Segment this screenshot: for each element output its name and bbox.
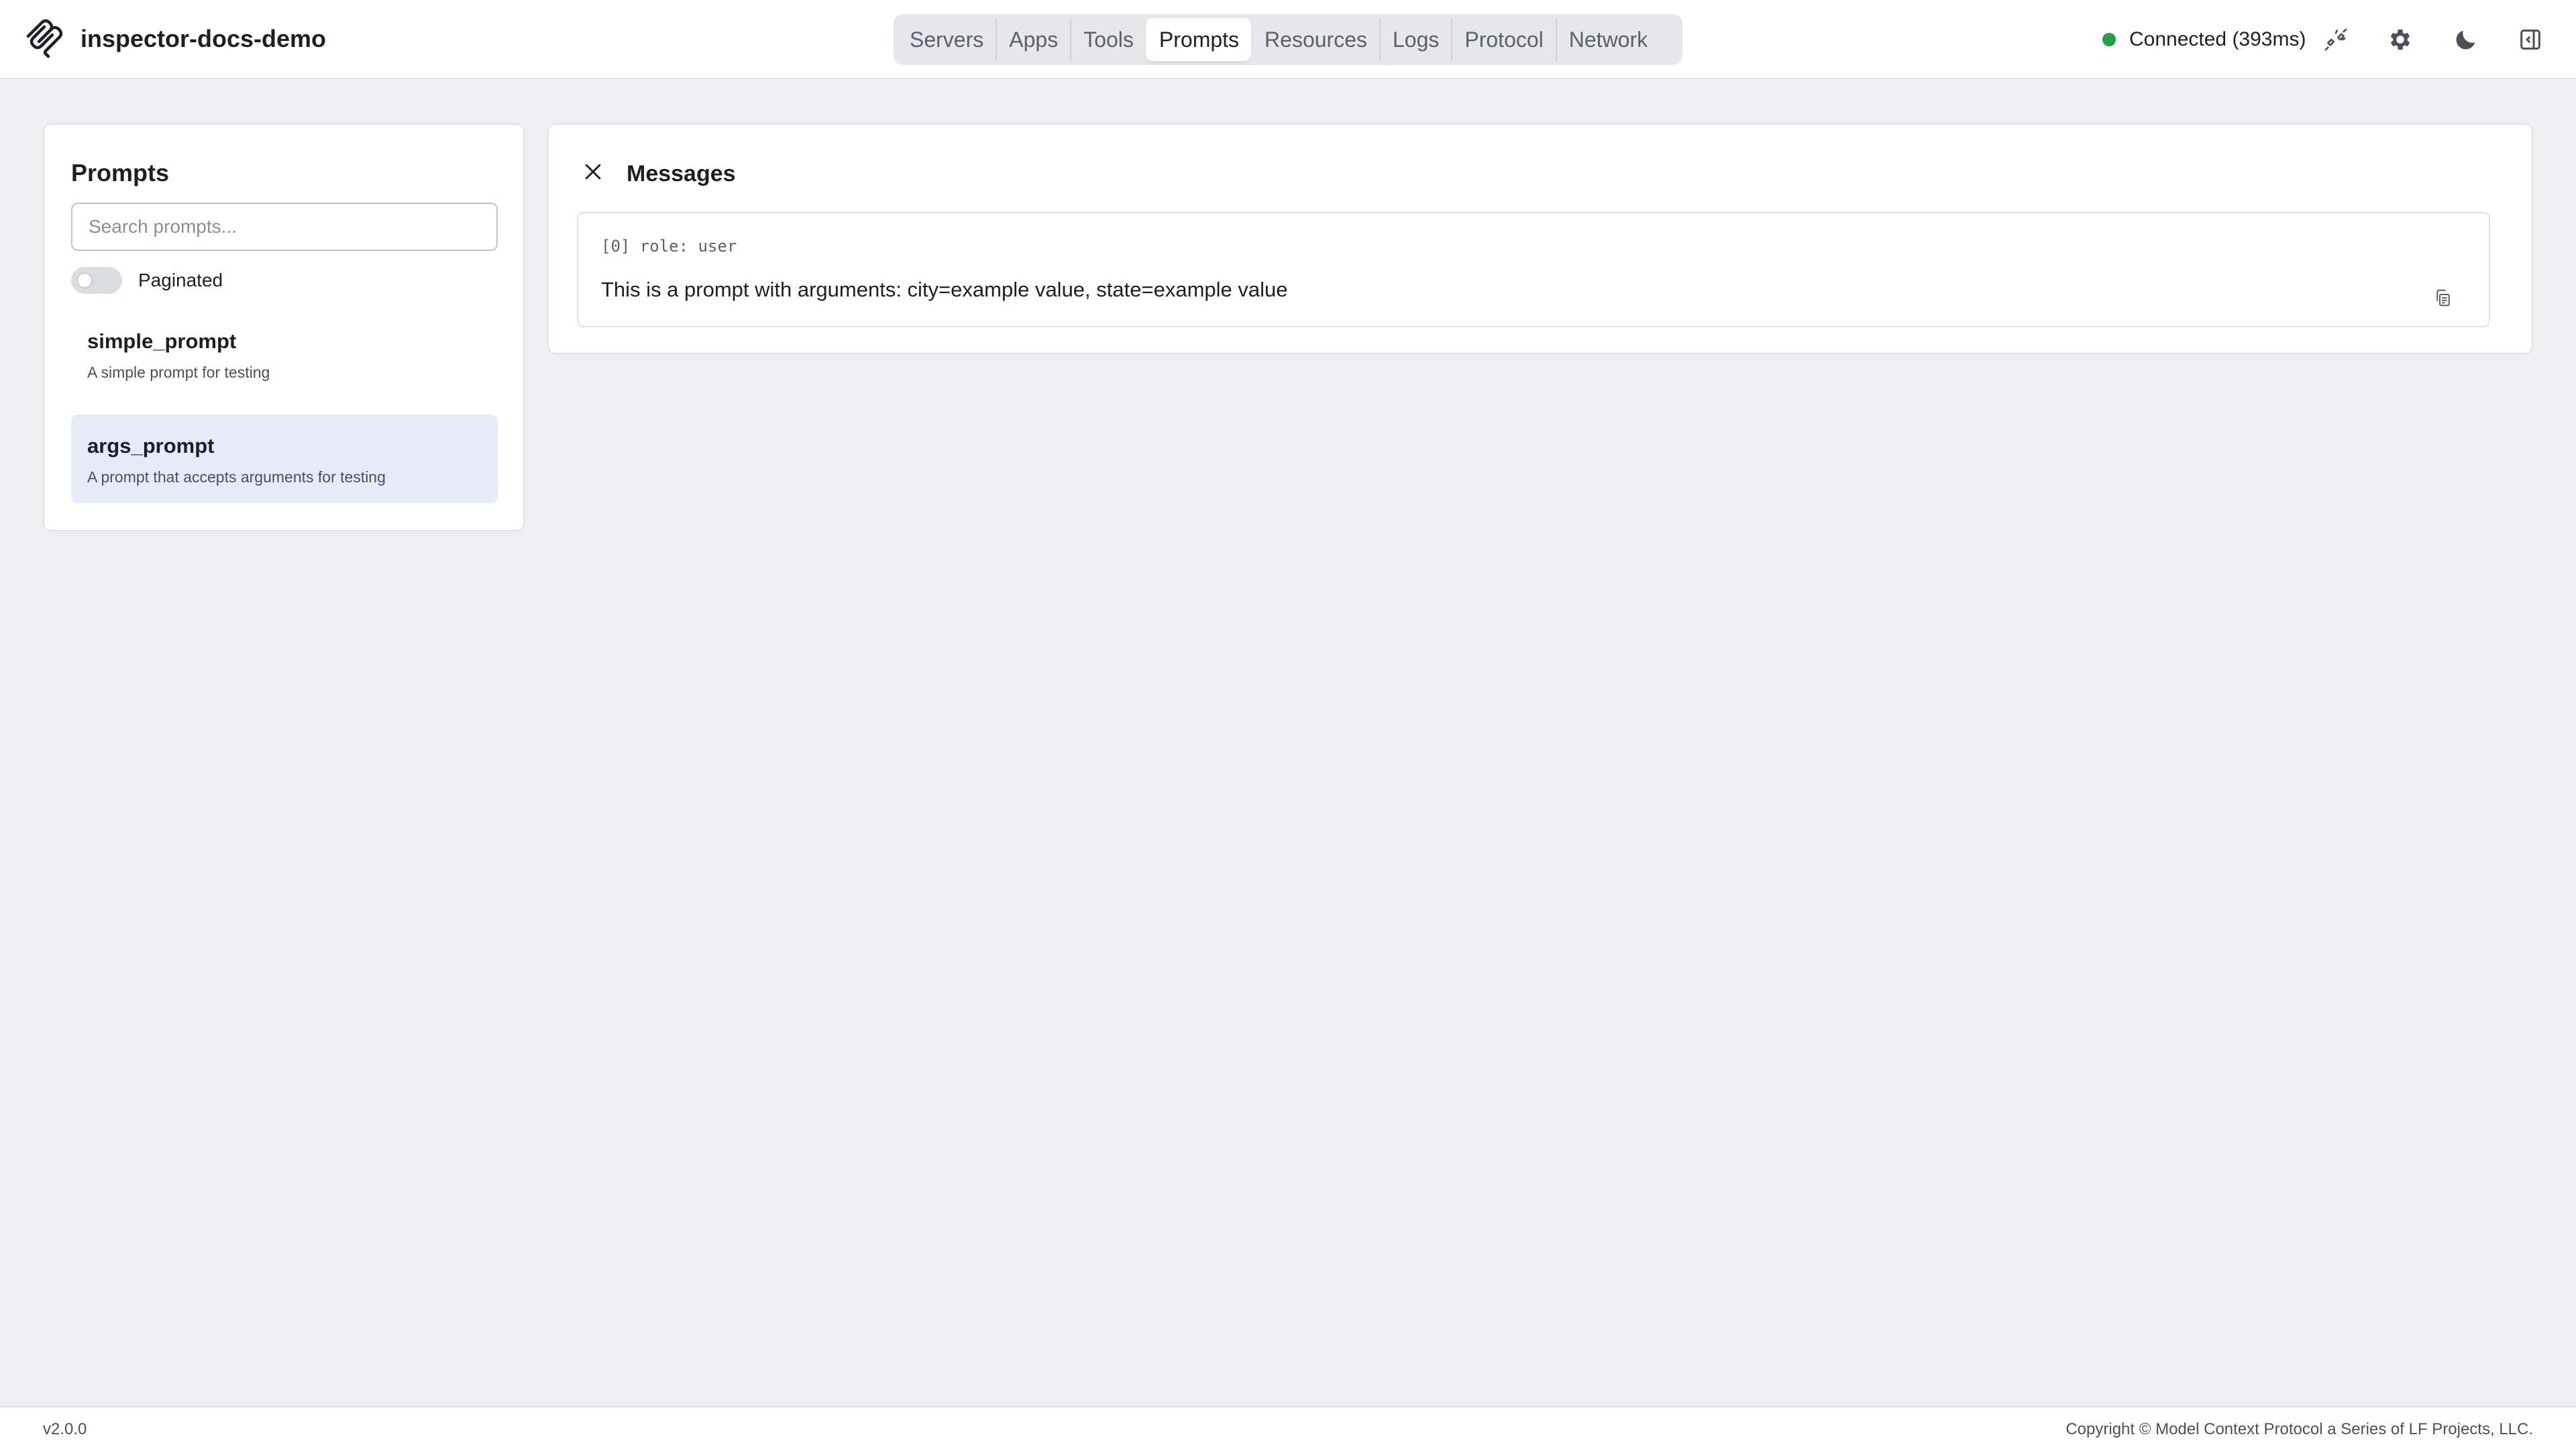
tab-protocol[interactable]: Protocol: [1451, 18, 1555, 61]
message-card: [0] role: user This is a prompt with arg…: [577, 212, 2490, 327]
message-role-label: [0] role: user: [601, 237, 737, 256]
prompt-description: A simple prompt for testing: [87, 364, 270, 381]
messages-panel: Messages [0] role: user This is a prompt…: [547, 123, 2533, 354]
prompt-description: A prompt that accepts arguments for test…: [87, 468, 386, 486]
tab-network[interactable]: Network: [1555, 18, 1660, 61]
main-nav-tabs: Servers Apps Tools Prompts Resources Log…: [894, 14, 1682, 65]
settings-gear-icon[interactable]: [2385, 25, 2415, 54]
app-footer: v2.0.0 Copyright © Model Context Protoco…: [0, 1406, 2576, 1449]
tab-apps[interactable]: Apps: [996, 18, 1070, 61]
message-text: This is a prompt with arguments: city=ex…: [601, 278, 1288, 301]
copy-icon[interactable]: [2431, 286, 2455, 310]
sidebar-toggle-icon[interactable]: [2516, 25, 2545, 54]
connection-status: Connected (393ms): [2102, 25, 2306, 54]
version-label: v2.0.0: [43, 1420, 87, 1438]
tab-prompts[interactable]: Prompts: [1145, 18, 1252, 61]
disconnect-plug-icon[interactable]: [2321, 25, 2351, 54]
tab-servers[interactable]: Servers: [898, 18, 996, 61]
connection-status-text: Connected (393ms): [2129, 28, 2306, 50]
app-header: inspector-docs-demo Servers Apps Tools P…: [0, 0, 2576, 79]
search-prompts-input[interactable]: [71, 203, 498, 251]
prompt-name: args_prompt: [87, 434, 215, 458]
tab-resources[interactable]: Resources: [1251, 18, 1379, 61]
mcp-logo-icon: [24, 19, 64, 59]
status-dot-icon: [2102, 33, 2116, 46]
tab-tools[interactable]: Tools: [1070, 18, 1146, 61]
prompt-list-item-selected[interactable]: args_prompt A prompt that accepts argume…: [71, 415, 498, 503]
prompt-list-item[interactable]: simple_prompt A simple prompt for testin…: [71, 310, 498, 398]
paginated-label: Paginated: [138, 270, 223, 290]
toggle-knob: [76, 272, 93, 288]
copyright-text: Copyright © Model Context Protocol a Ser…: [2065, 1420, 2533, 1438]
prompts-panel-title: Prompts: [71, 159, 170, 186]
paginated-toggle[interactable]: [71, 267, 122, 294]
dark-mode-moon-icon[interactable]: [2451, 25, 2481, 54]
prompt-name: simple_prompt: [87, 329, 237, 353]
app-title: inspector-docs-demo: [80, 25, 327, 52]
messages-title: Messages: [627, 161, 736, 186]
prompts-panel: Prompts Paginated simple_prompt A simple…: [43, 123, 525, 531]
close-icon[interactable]: [580, 158, 606, 185]
tab-logs[interactable]: Logs: [1379, 18, 1451, 61]
